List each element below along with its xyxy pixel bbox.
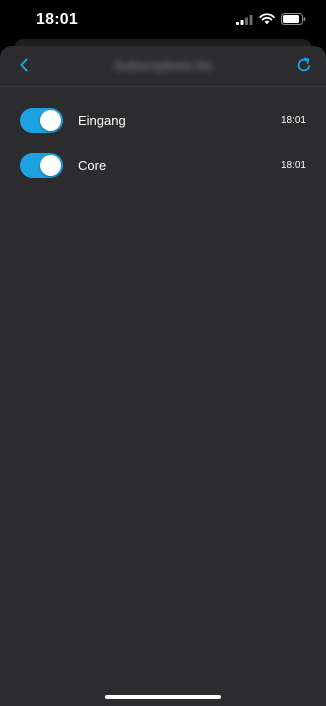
toggle-knob — [40, 110, 61, 131]
nav-bar: Subscriptions list — [0, 46, 326, 87]
item-time: 18:01 — [280, 115, 306, 126]
toggle-knob — [40, 155, 61, 176]
wifi-icon — [259, 12, 275, 30]
refresh-button[interactable] — [292, 55, 316, 79]
item-time: 18:01 — [280, 160, 306, 171]
battery-icon — [281, 12, 306, 30]
item-label: Core — [78, 158, 107, 173]
subscription-list: Eingang 18:01 Core 18:01 — [0, 98, 326, 188]
refresh-icon — [295, 56, 313, 79]
item-label: Eingang — [78, 113, 126, 128]
list-item: Eingang 18:01 — [0, 98, 326, 143]
signal-icon — [236, 12, 253, 30]
home-indicator[interactable] — [105, 695, 221, 699]
modal-sheet: Subscriptions list Eingang 18:01 Core 18… — [0, 46, 326, 706]
toggle-switch[interactable] — [20, 153, 63, 178]
toggle-switch[interactable] — [20, 108, 63, 133]
page-title: Subscriptions list — [114, 58, 212, 73]
status-bar: 18:01 — [0, 0, 326, 40]
status-time: 18:01 — [36, 11, 78, 28]
status-icons — [236, 12, 306, 30]
list-item: Core 18:01 — [0, 143, 326, 188]
